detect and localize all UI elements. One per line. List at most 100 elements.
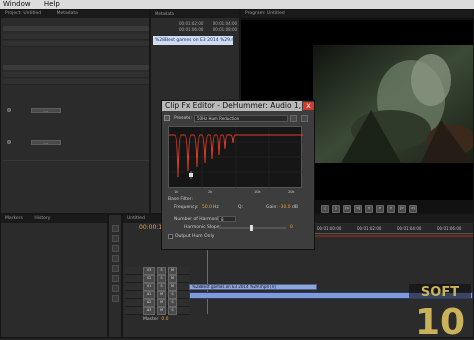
delete-preset-icon[interactable]: [301, 115, 308, 122]
tab-timeline[interactable]: Untitled: [127, 216, 145, 221]
track-toggle[interactable]: S: [168, 307, 177, 315]
soft10-logo: SOFT 10: [409, 284, 471, 340]
gain-unit: dB: [292, 205, 298, 210]
go-to-in-button[interactable]: |<: [343, 205, 351, 213]
master-row: Master 0.0: [125, 317, 189, 322]
power-toggle-icon[interactable]: [164, 115, 170, 121]
menu-item-window[interactable]: Window: [3, 0, 31, 8]
master-label: Master: [143, 317, 159, 322]
track-toggle[interactable]: M: [157, 291, 166, 299]
project-panel: Project: Untitled Metadata ... ...: [0, 9, 150, 214]
track-toggle[interactable]: S: [168, 291, 177, 299]
output-hum-only-label: Output Hum Only: [175, 234, 215, 239]
play-button[interactable]: >: [376, 205, 384, 213]
close-icon[interactable]: x: [303, 102, 314, 110]
program-tab-bar: Program: Untitled: [241, 10, 473, 18]
track-label[interactable]: V2: [143, 275, 155, 283]
tab-metadata[interactable]: Metadata: [57, 11, 78, 16]
tools-panel: [108, 214, 122, 338]
list-row[interactable]: [3, 72, 149, 78]
tab-history[interactable]: History: [34, 216, 50, 221]
timecode-label: 00:01:08:00: [212, 27, 238, 32]
preset-select[interactable]: 50Hz Hum Reduction: [194, 115, 288, 122]
track-label[interactable]: A1: [143, 291, 155, 299]
track-toggle[interactable]: M: [168, 267, 177, 275]
track-label[interactable]: V1: [143, 283, 155, 291]
track-toggle[interactable]: S: [157, 267, 166, 275]
source-tab-bar: Metadata: [151, 10, 239, 18]
markers-tab-bar: Markers History: [1, 215, 107, 223]
ruler-tick: 00:01:06:00: [437, 226, 462, 231]
video-clip[interactable]: %28Best games on E3 2014 %29.mp4 [V]: [189, 284, 317, 290]
master-value[interactable]: 0.0: [161, 317, 168, 322]
ruler-tick: 00:01:02:00: [357, 226, 382, 231]
frequency-label: Frequency:: [174, 205, 199, 210]
harmonics-select[interactable]: 8: [218, 216, 236, 222]
export-frame-button[interactable]: >|: [409, 205, 417, 213]
track-toggle[interactable]: S: [157, 283, 166, 291]
track-label[interactable]: A3: [143, 307, 155, 315]
zoom-tool-icon[interactable]: [112, 295, 119, 302]
harmonic-slope-label: Harmonic Slope:: [184, 225, 222, 230]
list-row[interactable]: [3, 34, 149, 40]
track-toggle[interactable]: M: [157, 307, 166, 315]
radio-icon[interactable]: [7, 108, 11, 112]
frequency-value[interactable]: 50.0: [202, 205, 212, 210]
track-label[interactable]: A2: [143, 299, 155, 307]
list-row[interactable]: [3, 41, 149, 47]
graph-axis-label: 20k: [288, 190, 295, 194]
track-toggle[interactable]: M: [157, 299, 166, 307]
markers-panel: Markers History: [0, 214, 108, 338]
gain-value[interactable]: -30.0: [279, 205, 291, 210]
tab-markers[interactable]: Markers: [5, 216, 23, 221]
base-filter-label: Base Filter:: [168, 197, 193, 202]
panel-button[interactable]: ...: [31, 140, 61, 145]
ripple-edit-tool-icon[interactable]: [112, 245, 119, 252]
soft10-watermark: SOFT 10: [395, 282, 474, 340]
timecode-label: 00:01:04:00: [212, 21, 238, 26]
divider: [3, 160, 149, 161]
track-select-tool-icon[interactable]: [112, 235, 119, 242]
hand-tool-icon[interactable]: [112, 285, 119, 292]
track-toggle[interactable]: M: [168, 283, 177, 291]
play-reverse-button[interactable]: <: [365, 205, 373, 213]
track-label[interactable]: V3: [143, 267, 155, 275]
tab-source[interactable]: Metadata: [155, 11, 174, 16]
go-to-out-button[interactable]: |>: [398, 205, 406, 213]
track-toggle[interactable]: M: [168, 275, 177, 283]
graph-axis-label: 2k: [208, 190, 213, 194]
mark-in-button[interactable]: {: [321, 205, 329, 213]
output-hum-only-checkbox[interactable]: [168, 234, 173, 239]
presets-label: Presets:: [174, 116, 192, 121]
mark-out-button[interactable]: }: [332, 205, 340, 213]
ruler-tick: 00:01:04:00: [397, 226, 422, 231]
slip-tool-icon[interactable]: [112, 265, 119, 272]
panel-button[interactable]: ...: [31, 108, 61, 113]
menu-item-help[interactable]: Help: [44, 0, 60, 8]
pen-tool-icon[interactable]: [112, 275, 119, 282]
track-toggle[interactable]: S: [157, 275, 166, 283]
tab-project[interactable]: Project: Untitled: [5, 11, 41, 16]
selection-tool-icon[interactable]: [112, 225, 119, 232]
track-headers: V3 S M V2 S M V1 S M A1 M S A2 M S A3 M …: [125, 267, 189, 327]
transport-controls: { } |< <| < > > |> >|: [321, 205, 471, 213]
harmonic-slope-value[interactable]: 0: [290, 225, 293, 230]
timecode-label: 00:01:02:00: [179, 21, 204, 26]
tab-program[interactable]: Program: Untitled: [245, 11, 285, 16]
gain-label: Gain:: [266, 205, 278, 210]
timecode-row: 00:01:06:00 00:01:08:00: [153, 27, 239, 33]
step-back-button[interactable]: <|: [354, 205, 362, 213]
section-header: [3, 26, 149, 31]
list-row[interactable]: [3, 79, 149, 85]
razor-tool-icon[interactable]: [112, 255, 119, 262]
menu-bar: Window Help: [0, 0, 474, 9]
radio-icon[interactable]: [7, 140, 11, 144]
selected-clip[interactable]: %28Best games on E3 2014 %29.mp4: [153, 36, 233, 45]
q-label: Q:: [238, 205, 244, 210]
frequency-graph[interactable]: [168, 126, 303, 189]
graph-axis-label: 1k: [174, 190, 179, 194]
save-preset-icon[interactable]: [290, 115, 297, 122]
step-forward-button[interactable]: >: [387, 205, 395, 213]
track-toggle[interactable]: S: [168, 299, 177, 307]
slider-thumb[interactable]: [250, 225, 253, 231]
